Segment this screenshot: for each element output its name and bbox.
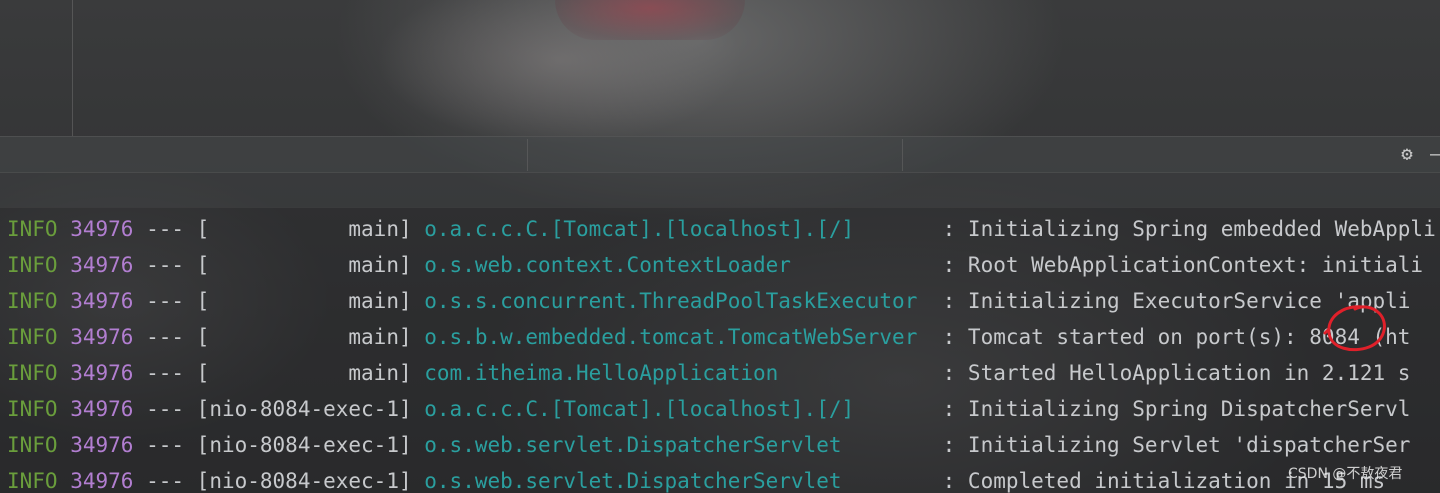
log-line: INFO 34976 --- [ main] com.itheima.Hello… [7,355,1410,391]
red-circle-annotation [1323,305,1386,352]
log-line: INFO 34976 --- [ main] o.s.web.context.C… [7,247,1423,283]
log-separator: --- [133,397,197,421]
run-console-output[interactable]: INFO 34976 --- [ main] o.a.c.c.C.[Tomcat… [0,207,1440,493]
log-line: INFO 34976 --- [nio-8084-exec-1] o.a.c.c… [7,391,1410,427]
minus-icon[interactable]: – [1430,144,1440,164]
log-pid: 34976 [70,397,134,421]
log-thread: [nio-8084-exec-1] [196,469,412,493]
log-level: INFO [7,469,58,493]
log-level: INFO [7,325,58,349]
log-separator: --- [133,361,197,385]
tab-divider [527,139,528,171]
log-separator: --- [133,253,197,277]
log-level: INFO [7,253,58,277]
log-logger[interactable]: o.a.c.c.C.[Tomcat].[localhost].[/] [424,217,930,241]
watermark: CSDN @不敖夜君 [1288,466,1403,482]
log-message: : Initializing Spring embedded WebAppli [930,217,1436,241]
log-line: INFO 34976 --- [nio-8084-exec-1] o.s.web… [7,427,1410,463]
log-logger[interactable]: o.s.s.concurrent.ThreadPoolTaskExecutor [424,289,930,313]
log-message: : Started HelloApplication in 2.121 s [930,361,1411,385]
log-pid: 34976 [70,289,134,313]
console-tab-bar [0,172,1440,208]
log-thread: [ main] [196,361,412,385]
log-thread: [ main] [196,253,412,277]
editor-gutter-divider [72,0,73,136]
log-message: : Initializing Servlet 'dispatcherSer [930,433,1411,457]
log-level: INFO [7,217,58,241]
editor-area [0,0,1440,136]
log-pid: 34976 [70,217,134,241]
log-logger[interactable]: o.s.web.servlet.DispatcherServlet [424,433,930,457]
log-message: : Root WebApplicationContext: initiali [930,253,1424,277]
log-level: INFO [7,433,58,457]
log-line: INFO 34976 --- [ main] o.s.s.concurrent.… [7,283,1410,319]
log-thread: [ main] [196,217,412,241]
log-separator: --- [133,325,197,349]
log-level: INFO [7,397,58,421]
log-thread: [ main] [196,325,412,349]
log-thread: [nio-8084-exec-1] [196,433,412,457]
log-pid: 34976 [70,325,134,349]
log-line: INFO 34976 --- [ main] o.s.b.w.embedded.… [7,319,1410,355]
log-line: INFO 34976 --- [nio-8084-exec-1] o.s.web… [7,463,1385,493]
gear-icon[interactable]: ⚙ [1397,144,1417,164]
tool-window-header [0,136,1440,173]
log-separator: --- [133,217,197,241]
log-separator: --- [133,289,197,313]
log-pid: 34976 [70,469,134,493]
log-thread: [ main] [196,289,412,313]
log-separator: --- [133,469,197,493]
log-pid: 34976 [70,433,134,457]
log-logger[interactable]: com.itheima.HelloApplication [424,361,930,385]
log-message: : Initializing Spring DispatcherServl [930,397,1411,421]
log-logger[interactable]: o.s.b.w.embedded.tomcat.TomcatWebServer [424,325,930,349]
log-thread: [nio-8084-exec-1] [196,397,412,421]
log-pid: 34976 [70,361,134,385]
log-level: INFO [7,289,58,313]
log-level: INFO [7,361,58,385]
log-pid: 34976 [70,253,134,277]
tab-divider [902,139,903,171]
log-separator: --- [133,433,197,457]
log-line: INFO 34976 --- [ main] o.a.c.c.C.[Tomcat… [7,211,1436,247]
log-logger[interactable]: o.s.web.servlet.DispatcherServlet [424,469,930,493]
log-logger[interactable]: o.a.c.c.C.[Tomcat].[localhost].[/] [424,397,930,421]
log-logger[interactable]: o.s.web.context.ContextLoader [424,253,930,277]
